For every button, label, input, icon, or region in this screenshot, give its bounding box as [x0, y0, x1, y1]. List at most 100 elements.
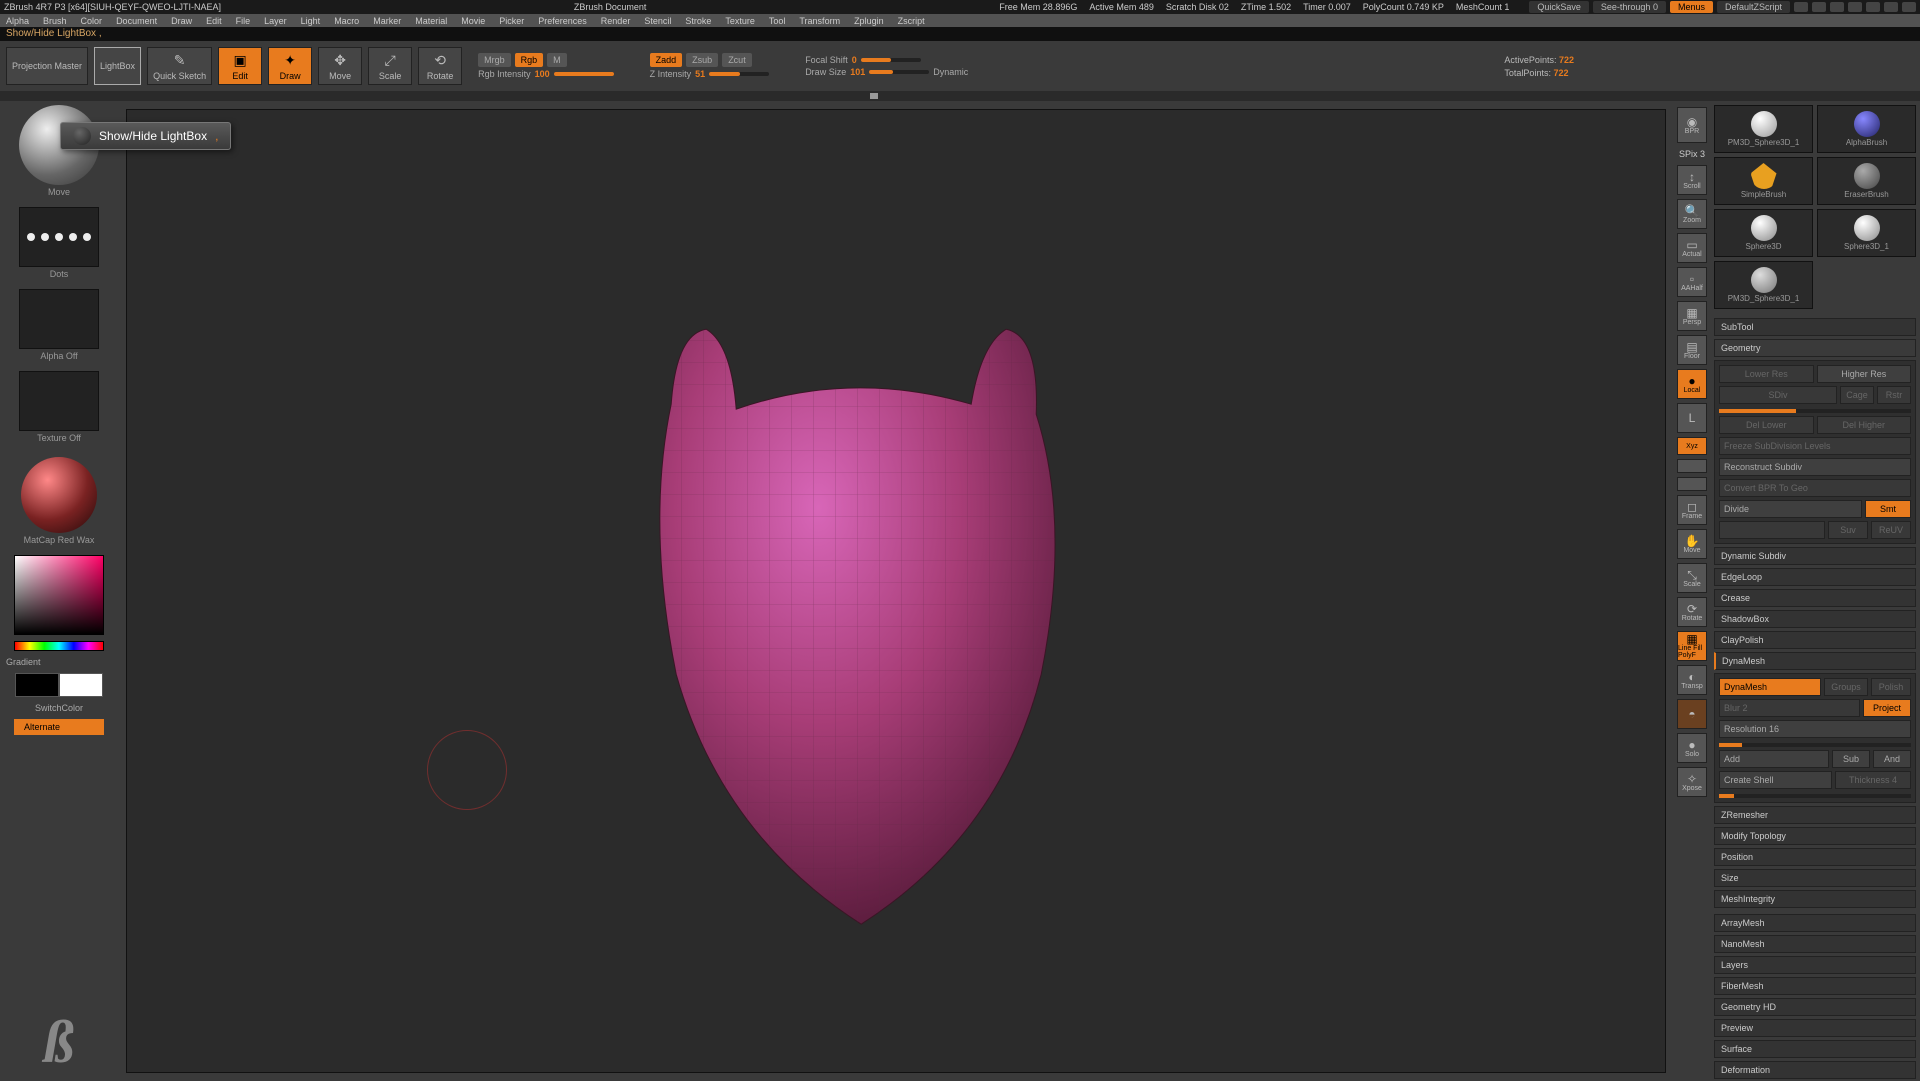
- del-higher-button[interactable]: Del Higher: [1817, 416, 1912, 434]
- menu-item[interactable]: Zscript: [898, 16, 925, 26]
- sdiv-slider[interactable]: SDiv: [1719, 386, 1837, 404]
- menu-item[interactable]: Zplugin: [854, 16, 884, 26]
- zadd-button[interactable]: Zadd: [650, 53, 683, 67]
- add-button[interactable]: Add: [1719, 750, 1829, 768]
- fibermesh-header[interactable]: FiberMesh: [1714, 977, 1916, 995]
- crease-header[interactable]: Crease: [1714, 589, 1916, 607]
- material-swatch[interactable]: [21, 457, 97, 533]
- secondary-color-swatch[interactable]: [59, 673, 103, 697]
- divide-button[interactable]: Divide: [1719, 500, 1862, 518]
- lccomp-button[interactable]: L: [1677, 403, 1707, 433]
- move-nav-button[interactable]: ✋Move: [1677, 529, 1707, 559]
- higher-res-button[interactable]: Higher Res: [1817, 365, 1912, 383]
- mesh-integrity-header[interactable]: MeshIntegrity: [1714, 890, 1916, 908]
- menu-item[interactable]: File: [236, 16, 251, 26]
- menu-item[interactable]: Marker: [373, 16, 401, 26]
- quicksave-button[interactable]: QuickSave: [1529, 1, 1589, 13]
- tool-item[interactable]: PM3D_Sphere3D_1: [1714, 105, 1813, 153]
- ghost-button[interactable]: ◓: [1677, 699, 1707, 729]
- convert-bpr-button[interactable]: Convert BPR To Geo: [1719, 479, 1911, 497]
- spix-label[interactable]: SPix 3: [1679, 149, 1705, 159]
- focal-shift-slider[interactable]: [861, 58, 921, 62]
- zcut-button[interactable]: Zcut: [722, 53, 752, 67]
- aahalf-button[interactable]: ▫AAHalf: [1677, 267, 1707, 297]
- main-color-swatch[interactable]: [15, 673, 59, 697]
- tray-button[interactable]: [1812, 2, 1826, 12]
- polish-button[interactable]: Polish: [1871, 678, 1911, 696]
- tray-button[interactable]: [1830, 2, 1844, 12]
- blank-button[interactable]: [1677, 459, 1707, 473]
- size-header[interactable]: Size: [1714, 869, 1916, 887]
- tool-item[interactable]: SimpleBrush: [1714, 157, 1813, 205]
- and-button[interactable]: And: [1873, 750, 1911, 768]
- tray-button[interactable]: [1794, 2, 1808, 12]
- sub-button[interactable]: Sub: [1832, 750, 1870, 768]
- minimize-button[interactable]: [1866, 2, 1880, 12]
- alternate-button[interactable]: Alternate: [14, 719, 104, 735]
- edit-button[interactable]: ▣Edit: [218, 47, 262, 85]
- arraymesh-header[interactable]: ArrayMesh: [1714, 914, 1916, 932]
- deformation-header[interactable]: Deformation: [1714, 1061, 1916, 1079]
- smt-button[interactable]: Smt: [1865, 500, 1911, 518]
- thickness-bar[interactable]: [1719, 794, 1911, 798]
- menu-item[interactable]: Material: [415, 16, 447, 26]
- hue-bar[interactable]: [14, 641, 104, 651]
- menu-item[interactable]: Picker: [499, 16, 524, 26]
- persp-button[interactable]: ▦Persp: [1677, 301, 1707, 331]
- menu-item[interactable]: Stencil: [644, 16, 671, 26]
- position-header[interactable]: Position: [1714, 848, 1916, 866]
- tool-item[interactable]: PM3D_Sphere3D_1: [1714, 261, 1813, 309]
- transp-button[interactable]: ◐Transp: [1677, 665, 1707, 695]
- del-lower-button[interactable]: Del Lower: [1719, 416, 1814, 434]
- menu-item[interactable]: Preferences: [538, 16, 587, 26]
- reuv-button[interactable]: ReUV: [1871, 521, 1911, 539]
- claypolish-header[interactable]: ClayPolish: [1714, 631, 1916, 649]
- quicksketch-button[interactable]: ✎Quick Sketch: [147, 47, 212, 85]
- create-shell-button[interactable]: Create Shell: [1719, 771, 1832, 789]
- menu-item[interactable]: Movie: [461, 16, 485, 26]
- timeline-strip[interactable]: [0, 91, 1920, 101]
- subtool-header[interactable]: SubTool: [1714, 318, 1916, 336]
- projection-master-button[interactable]: Projection Master: [6, 47, 88, 85]
- geometry-header[interactable]: Geometry: [1714, 339, 1916, 357]
- gradient-label[interactable]: Gradient: [6, 657, 41, 667]
- surface-header[interactable]: Surface: [1714, 1040, 1916, 1058]
- m-button[interactable]: M: [547, 53, 567, 67]
- maximize-button[interactable]: [1884, 2, 1898, 12]
- layers-header[interactable]: Layers: [1714, 956, 1916, 974]
- rstr-button[interactable]: Rstr: [1877, 386, 1911, 404]
- nanomesh-header[interactable]: NanoMesh: [1714, 935, 1916, 953]
- thickness-slider[interactable]: Thickness 4: [1835, 771, 1911, 789]
- preview-header[interactable]: Preview: [1714, 1019, 1916, 1037]
- alpha-swatch[interactable]: [19, 289, 99, 349]
- zoom-button[interactable]: 🔍Zoom: [1677, 199, 1707, 229]
- lower-res-button[interactable]: Lower Res: [1719, 365, 1814, 383]
- z-intensity-slider[interactable]: [709, 72, 769, 76]
- mrgb-button[interactable]: Mrgb: [478, 53, 511, 67]
- menu-item[interactable]: Transform: [799, 16, 840, 26]
- dynamesh-header[interactable]: DynaMesh: [1714, 652, 1916, 670]
- actual-button[interactable]: ▭Actual: [1677, 233, 1707, 263]
- floor-button[interactable]: ▤Floor: [1677, 335, 1707, 365]
- shadowbox-header[interactable]: ShadowBox: [1714, 610, 1916, 628]
- cage-button[interactable]: Cage: [1840, 386, 1874, 404]
- tool-item[interactable]: AlphaBrush: [1817, 105, 1916, 153]
- freeze-subdiv-button[interactable]: Freeze SubDivision Levels: [1719, 437, 1911, 455]
- seethrough-slider[interactable]: See-through 0: [1593, 1, 1666, 13]
- polyf-button[interactable]: ▦Line Fill PolyF: [1677, 631, 1707, 661]
- project-button[interactable]: Project: [1863, 699, 1911, 717]
- menu-item[interactable]: Layer: [264, 16, 287, 26]
- resolution-bar[interactable]: [1719, 743, 1911, 747]
- rotate-button[interactable]: ⟲Rotate: [418, 47, 462, 85]
- lightbox-button[interactable]: LightBox: [94, 47, 141, 85]
- blank-button[interactable]: [1677, 477, 1707, 491]
- scale-nav-button[interactable]: ⤡Scale: [1677, 563, 1707, 593]
- edgeloop-header[interactable]: EdgeLoop: [1714, 568, 1916, 586]
- dynamic-subdiv-header[interactable]: Dynamic Subdiv: [1714, 547, 1916, 565]
- groups-button[interactable]: Groups: [1824, 678, 1868, 696]
- suv-button[interactable]: Suv: [1828, 521, 1868, 539]
- menu-item[interactable]: Render: [601, 16, 631, 26]
- zremesher-header[interactable]: ZRemesher: [1714, 806, 1916, 824]
- dynamesh-button[interactable]: DynaMesh: [1719, 678, 1821, 696]
- geometry-hd-header[interactable]: Geometry HD: [1714, 998, 1916, 1016]
